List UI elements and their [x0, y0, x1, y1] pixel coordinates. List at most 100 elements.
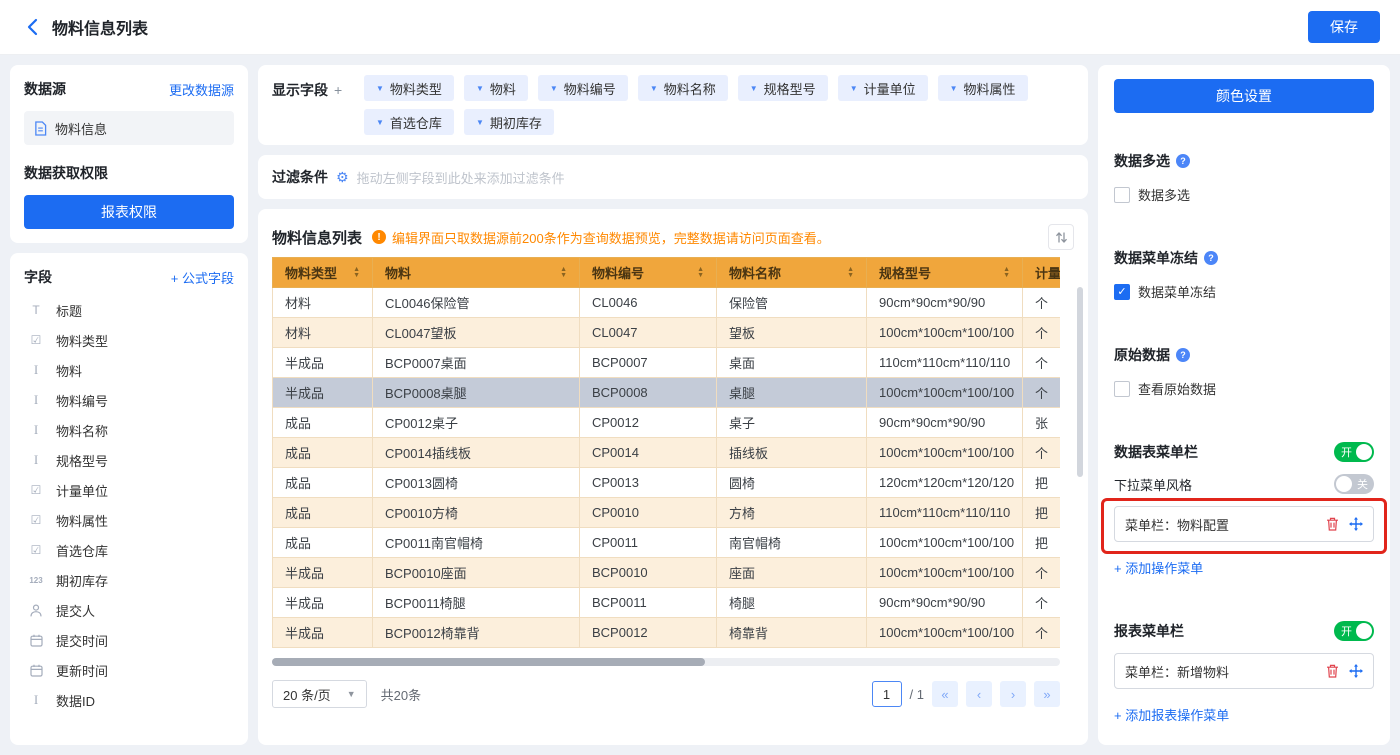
sort-arrows-icon[interactable]: ▲▼	[560, 267, 567, 279]
column-header[interactable]: 物料类型▲▼	[273, 258, 373, 288]
table-row[interactable]: 半成品BCP0008桌腿BCP0008桌腿100cm*100cm*100/100…	[273, 378, 1061, 408]
table-row[interactable]: 半成品BCP0010座面BCP0010座面100cm*100cm*100/100…	[273, 558, 1061, 588]
display-field-chip[interactable]: ▼物料属性	[938, 75, 1028, 101]
vertical-scrollbar-thumb[interactable]	[1077, 287, 1083, 477]
table-row[interactable]: 成品CP0011南官帽椅CP0011南官帽椅100cm*100cm*100/10…	[273, 528, 1061, 558]
table-cell: CP0014插线板	[373, 438, 580, 468]
freeze-checkbox[interactable]: ✓	[1114, 284, 1130, 300]
field-item-label: 物料属性	[56, 511, 108, 530]
chevron-down-icon: ▼	[850, 84, 858, 93]
sort-icon[interactable]	[1048, 224, 1074, 250]
add-formula-field-link[interactable]: + 公式字段	[171, 268, 234, 287]
raw-data-checkbox[interactable]	[1114, 381, 1130, 397]
table-row[interactable]: 材料CL0046保险管CL0046保险管90cm*90cm*90/90个	[273, 288, 1061, 318]
table-row[interactable]: 成品CP0014插线板CP0014插线板100cm*100cm*100/100个	[273, 438, 1061, 468]
field-item-label: 标题	[56, 301, 82, 320]
freeze-checkbox-row[interactable]: ✓ 数据菜单冻结	[1114, 282, 1374, 301]
display-field-chip[interactable]: ▼物料编号	[538, 75, 628, 101]
menu-bar-item-material-config[interactable]: 菜单栏：物料配置	[1114, 506, 1374, 542]
delete-icon[interactable]	[1326, 664, 1339, 678]
first-page-button[interactable]: «	[932, 681, 958, 707]
table-cell: 成品	[273, 408, 373, 438]
table-row[interactable]: 半成品BCP0012椅靠背BCP0012椅靠背100cm*100cm*100/1…	[273, 618, 1061, 648]
raw-data-checkbox-row[interactable]: 查看原始数据	[1114, 379, 1374, 398]
multi-select-checkbox[interactable]	[1114, 187, 1130, 203]
sort-arrows-icon[interactable]: ▲▼	[353, 267, 360, 279]
display-field-chip[interactable]: ▼首选仓库	[364, 109, 454, 135]
sort-arrows-icon[interactable]: ▲▼	[1003, 267, 1010, 279]
column-header[interactable]: 物料▲▼	[373, 258, 580, 288]
delete-icon[interactable]	[1326, 517, 1339, 531]
table-row[interactable]: 半成品BCP0007桌面BCP0007桌面110cm*110cm*110/110…	[273, 348, 1061, 378]
table-cell: 100cm*100cm*100/100	[867, 318, 1023, 348]
table-cell: 把	[1023, 468, 1061, 498]
column-header[interactable]: 计量单位▲▼	[1023, 258, 1061, 288]
add-report-action-menu-link[interactable]: + 添加报表操作菜单	[1114, 705, 1229, 724]
table-row[interactable]: 成品CP0010方椅CP0010方椅110cm*110cm*110/110把	[273, 498, 1061, 528]
help-icon[interactable]: ?	[1176, 348, 1190, 362]
table-row[interactable]: 成品CP0012桌子CP0012桌子90cm*90cm*90/90张	[273, 408, 1061, 438]
table-menu-toggle[interactable]: 开	[1334, 442, 1374, 462]
gear-icon[interactable]: ⚙	[336, 169, 349, 186]
report-permission-button[interactable]: 报表权限	[24, 195, 234, 229]
prev-page-button[interactable]: ‹	[966, 681, 992, 707]
sort-arrows-icon[interactable]: ▲▼	[847, 267, 854, 279]
last-page-button[interactable]: »	[1034, 681, 1060, 707]
field-item[interactable]: ☑计量单位	[24, 475, 234, 505]
table-menu-title: 数据表菜单栏	[1114, 442, 1198, 462]
next-page-button[interactable]: ›	[1000, 681, 1026, 707]
display-field-chip[interactable]: ▼物料类型	[364, 75, 454, 101]
field-item[interactable]: 提交人	[24, 595, 234, 625]
display-field-chip[interactable]: ▼计量单位	[838, 75, 928, 101]
text-field-icon: I	[26, 692, 46, 708]
report-menu-toggle[interactable]: 开	[1334, 621, 1374, 641]
display-field-chip[interactable]: ▼物料名称	[638, 75, 728, 101]
column-header[interactable]: 规格型号▲▼	[867, 258, 1023, 288]
horizontal-scrollbar[interactable]	[272, 658, 1060, 666]
datasource-item[interactable]: 物料信息	[24, 111, 234, 145]
help-icon[interactable]: ?	[1176, 154, 1190, 168]
field-item[interactable]: ☑物料类型	[24, 325, 234, 355]
field-item[interactable]: 提交时间	[24, 625, 234, 655]
settings-panel: 颜色设置 数据多选 ? 数据多选 数据菜单冻结 ? ✓ 数据菜单冻结 原始数据 …	[1098, 65, 1390, 745]
field-item[interactable]: ☑首选仓库	[24, 535, 234, 565]
table-cell: 桌腿	[717, 378, 867, 408]
dropdown-style-toggle[interactable]: 关	[1334, 474, 1374, 494]
field-item[interactable]: I物料名称	[24, 415, 234, 445]
table-cell: 个	[1023, 588, 1061, 618]
field-item[interactable]: 更新时间	[24, 655, 234, 685]
field-item[interactable]: 123期初库存	[24, 565, 234, 595]
display-field-chip[interactable]: ▼期初库存	[464, 109, 554, 135]
field-item-label: 规格型号	[56, 451, 108, 470]
add-action-menu-link[interactable]: + 添加操作菜单	[1114, 558, 1203, 577]
field-item[interactable]: I物料编号	[24, 385, 234, 415]
fields-card: 字段 + 公式字段 T标题☑物料类型I物料I物料编号I物料名称I规格型号☑计量单…	[10, 253, 248, 745]
back-button[interactable]	[20, 15, 44, 39]
color-settings-button[interactable]: 颜色设置	[1114, 79, 1374, 113]
field-item[interactable]: T标题	[24, 295, 234, 325]
field-item[interactable]: I数据ID	[24, 685, 234, 715]
current-page-input[interactable]: 1	[872, 681, 902, 707]
column-header[interactable]: 物料名称▲▼	[717, 258, 867, 288]
menu-bar-item-new-material[interactable]: 菜单栏：新增物料	[1114, 653, 1374, 689]
field-item[interactable]: I规格型号	[24, 445, 234, 475]
multi-select-checkbox-row[interactable]: 数据多选	[1114, 185, 1374, 204]
display-field-chip[interactable]: ▼物料	[464, 75, 528, 101]
table-row[interactable]: 成品CP0013圆椅CP0013圆椅120cm*120cm*120/120把	[273, 468, 1061, 498]
page-size-select[interactable]: 20 条/页 ▼	[272, 680, 367, 708]
add-display-field-button[interactable]: +	[334, 82, 342, 98]
table-row[interactable]: 材料CL0047望板CL0047望板100cm*100cm*100/100个	[273, 318, 1061, 348]
table-row[interactable]: 半成品BCP0011椅腿BCP0011椅腿90cm*90cm*90/90个	[273, 588, 1061, 618]
save-button[interactable]: 保存	[1308, 11, 1380, 43]
horizontal-scrollbar-thumb[interactable]	[272, 658, 705, 666]
sort-arrows-icon[interactable]: ▲▼	[697, 267, 704, 279]
field-item[interactable]: I物料	[24, 355, 234, 385]
move-icon[interactable]	[1349, 664, 1363, 678]
help-icon[interactable]: ?	[1204, 251, 1218, 265]
change-datasource-link[interactable]: 更改数据源	[169, 80, 234, 99]
field-item[interactable]: ☑物料属性	[24, 505, 234, 535]
table-cell: 把	[1023, 498, 1061, 528]
move-icon[interactable]	[1349, 517, 1363, 531]
display-field-chip[interactable]: ▼规格型号	[738, 75, 828, 101]
column-header[interactable]: 物料编号▲▼	[580, 258, 717, 288]
